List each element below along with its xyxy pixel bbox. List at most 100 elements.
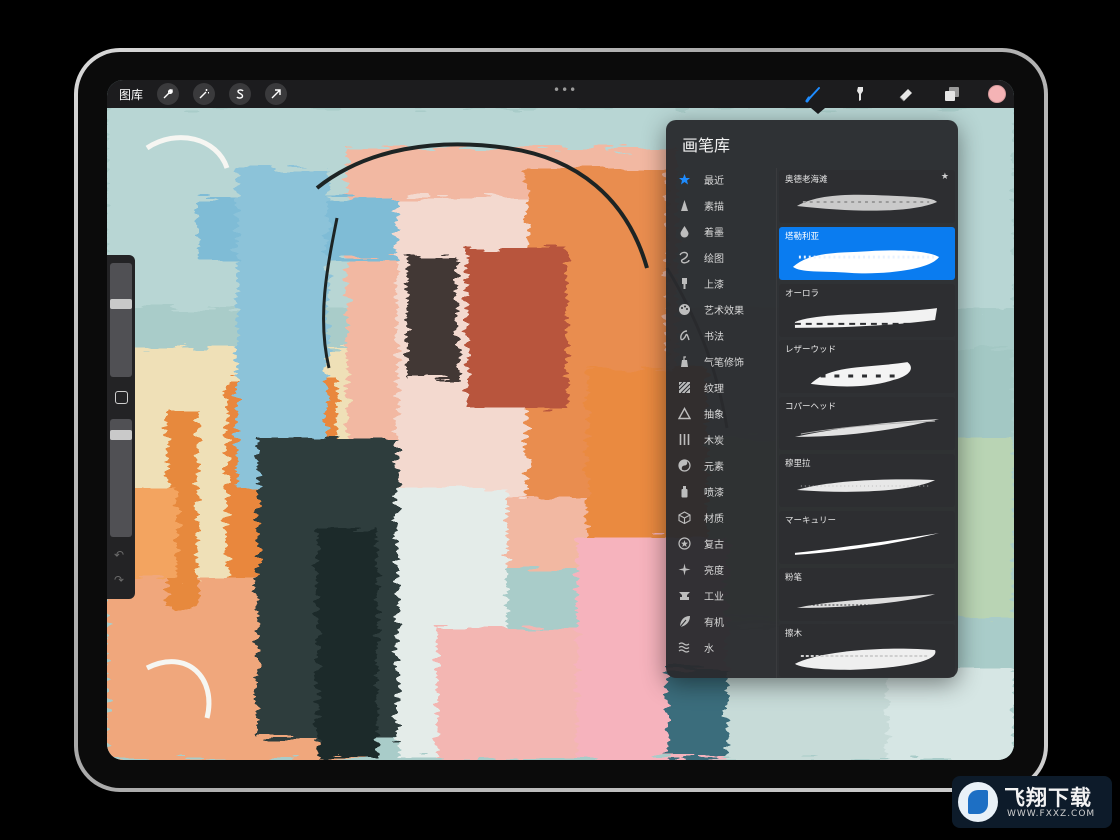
brush-category-label: 最近	[704, 175, 724, 187]
brush-category-label: 元素	[704, 461, 724, 473]
waves-icon	[676, 639, 692, 655]
selection-s-icon[interactable]	[229, 83, 252, 105]
opacity-slider[interactable]	[110, 419, 132, 537]
brush-category-item[interactable]: 材质	[676, 504, 774, 530]
brush-size-slider[interactable]	[110, 263, 132, 377]
calligraphy-icon	[676, 327, 692, 343]
brush-item[interactable]: 粉笔	[779, 567, 955, 621]
brush-category-label: 气笔修饰	[704, 357, 744, 369]
swirl-icon	[676, 249, 692, 265]
magic-wand-icon[interactable]	[193, 83, 216, 105]
brush-category-label: 喷漆	[704, 487, 724, 499]
brush-stroke-preview	[794, 419, 940, 438]
brush-name: 奥德老海滩	[785, 175, 828, 185]
brush-stroke-preview	[810, 362, 911, 387]
brush-category-label: 书法	[704, 331, 724, 343]
brush-stroke-preview	[796, 479, 936, 492]
brush-category-item[interactable]: 有机	[676, 608, 774, 634]
top-toolbar: 图库 •••	[107, 80, 1014, 108]
brush-name: オーロラ	[785, 288, 820, 299]
brush-item[interactable]: 奥德老海滩 ★	[779, 170, 955, 223]
brush-stroke-preview	[794, 307, 938, 328]
leaf-icon	[676, 613, 692, 629]
brush-category-label: 材质	[704, 513, 724, 525]
left-sidebar: ↶ ↷	[107, 255, 135, 599]
brush-name: 粉笔	[785, 572, 803, 583]
undo-icon[interactable]: ↶	[114, 548, 124, 562]
brush-category-item[interactable]: 气笔修饰	[676, 348, 774, 374]
brush-name: 擦木	[785, 629, 803, 640]
brush-category-label: 水	[704, 643, 714, 655]
brush-category-item[interactable]: 书法	[676, 322, 774, 348]
brush-category-label: 素描	[704, 201, 724, 213]
modify-button[interactable]	[115, 391, 128, 404]
brush-category-item[interactable]: 水	[676, 634, 774, 660]
transform-arrow-icon[interactable]	[265, 83, 288, 105]
brush-category-label: 亮度	[704, 565, 724, 577]
gallery-button[interactable]: 图库	[119, 86, 143, 103]
charcoal-icon	[676, 431, 692, 447]
brush-category-item[interactable]: 工业	[676, 582, 774, 608]
brush-category-item[interactable]: 绘图	[676, 244, 774, 270]
brush-category-label: 上漆	[704, 279, 724, 291]
yin-yang-icon	[676, 457, 692, 473]
texture-icon	[676, 379, 692, 395]
brush-size-knob[interactable]	[110, 299, 132, 310]
panel-title: 画笔库	[682, 136, 731, 155]
brush-stroke-preview	[796, 593, 936, 608]
brush-item[interactable]: マーキュリー	[779, 510, 955, 564]
brush-category-item[interactable]: 亮度	[676, 556, 774, 582]
color-swatch[interactable]	[988, 85, 1006, 103]
smudge-icon[interactable]	[850, 84, 870, 104]
sparkle-icon	[676, 561, 692, 577]
brush-category-item[interactable]: 着墨	[676, 218, 774, 244]
eraser-icon[interactable]	[896, 84, 916, 104]
retro-star-icon	[676, 535, 692, 551]
brush-category-label: 有机	[704, 617, 724, 629]
brush-stroke-preview	[792, 250, 940, 274]
watermark-logo-icon	[958, 782, 998, 822]
brush-category-item[interactable]: 元素	[676, 452, 774, 478]
brush-category-item[interactable]: 上漆	[676, 270, 774, 296]
watermark-name: 飞翔下载	[1004, 786, 1092, 810]
favorite-star-icon[interactable]: ★	[941, 172, 949, 182]
brush-category-item[interactable]: 素描	[676, 192, 774, 218]
brush-icon[interactable]	[804, 84, 824, 104]
brush-item[interactable]: オーロラ	[779, 283, 955, 337]
active-tool-pointer	[811, 108, 825, 114]
brush-item[interactable]: 擦木	[779, 624, 955, 678]
brush-category-label: 抽象	[704, 409, 724, 421]
brush-category-label: 木炭	[704, 435, 724, 447]
brush-name: レザーウッド	[785, 345, 837, 356]
brush-item[interactable]: レザーウッド	[779, 340, 955, 394]
brush-category-list: 最近素描着墨绘图上漆艺术效果书法气笔修饰纹理抽象木炭元素喷漆材质复古亮度工业有机…	[676, 166, 774, 660]
brush-category-label: 复古	[704, 539, 724, 551]
brush-category-item[interactable]: 木炭	[676, 426, 774, 452]
brush-item[interactable]: コパーヘッド	[779, 397, 955, 451]
palette-icon	[676, 301, 692, 317]
brush-category-item[interactable]: 复古	[676, 530, 774, 556]
brush-category-item[interactable]: 喷漆	[676, 478, 774, 504]
brush-category-label: 绘图	[704, 253, 724, 265]
brush-category-item[interactable]: 艺术效果	[676, 296, 774, 322]
brush-item[interactable]: 穆里拉	[779, 453, 955, 507]
brush-list: 奥德老海滩 ★ 塔勒利亚オーロラレザーウッド コパーヘッド穆里拉 マーキュリー粉笔擦木	[779, 170, 955, 681]
brush-name: コパーヘッド	[785, 402, 837, 413]
opacity-knob[interactable]	[110, 429, 132, 440]
layers-icon[interactable]	[942, 84, 962, 104]
wrench-icon[interactable]	[157, 83, 180, 105]
ink-drop-icon	[676, 223, 692, 239]
brush-category-label: 着墨	[704, 227, 724, 239]
brush-category-item[interactable]: 纹理	[676, 374, 774, 400]
brush-category-label: 工业	[704, 591, 724, 603]
brush-category-item[interactable]: 抽象	[676, 400, 774, 426]
brush-library-panel: 画笔库 最近素描着墨绘图上漆艺术效果书法气笔修饰纹理抽象木炭元素喷漆材质复古亮度…	[666, 120, 958, 678]
brush-name: 塔勒利亚	[785, 231, 820, 242]
anvil-icon	[676, 587, 692, 603]
brush-category-item[interactable]: 最近	[676, 166, 774, 192]
brush-stroke-preview	[794, 649, 936, 671]
more-dots[interactable]: •••	[553, 83, 577, 97]
airbrush-icon	[676, 353, 692, 369]
brush-item[interactable]: 塔勒利亚	[779, 226, 955, 280]
redo-icon[interactable]: ↷	[114, 573, 124, 587]
